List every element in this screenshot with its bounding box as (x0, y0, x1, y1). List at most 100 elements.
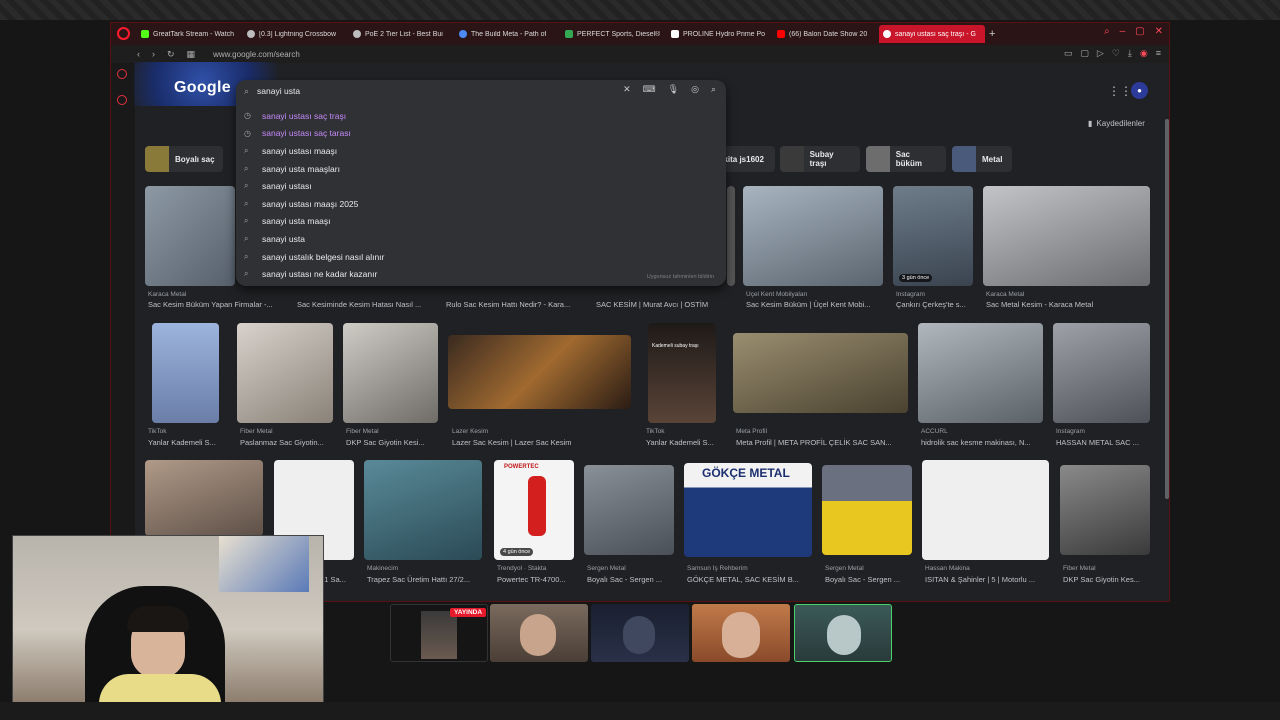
suggestion-item[interactable]: ⌕ sanayi ustası maaşı (236, 142, 726, 160)
participant-thumbnail[interactable] (591, 604, 689, 662)
result-image[interactable] (584, 465, 674, 555)
reload-icon[interactable]: ↻ (167, 49, 175, 60)
report-predictions-link[interactable]: Uygunsuz tahminleri bildirin (647, 274, 714, 280)
snapshot-icon[interactable]: ▭ (1064, 48, 1073, 59)
result-image[interactable] (145, 460, 263, 536)
result-image[interactable] (733, 333, 908, 413)
result-image[interactable]: POWERTEC 4 gün önce (494, 460, 574, 560)
tab-0[interactable]: GreatTark Stream - Watch (137, 25, 243, 43)
extensions-icon[interactable]: ▢ (1080, 48, 1089, 59)
tab-6[interactable]: (66) Balon Date Show 20 (773, 25, 879, 43)
microphone-icon[interactable]: 🎙 (668, 84, 679, 95)
google-logo[interactable]: Google (174, 79, 231, 97)
result-title[interactable]: Lazer Sac Kesim | Lazer Sac Kesim (452, 438, 632, 447)
tab-1[interactable]: [0.3] Lightning Crossbow (243, 25, 349, 43)
result-image[interactable] (822, 465, 912, 555)
result-image[interactable] (237, 323, 333, 423)
speed-dial-icon[interactable]: ▦ (187, 49, 196, 60)
result-title[interactable]: DKP Sac Giyotin Kes... (1063, 575, 1151, 584)
url-field[interactable]: www.google.com/search (213, 50, 300, 59)
suggestion-item[interactable]: ⌕ sanayi ustası (236, 177, 726, 195)
result-image[interactable] (1060, 465, 1150, 555)
account-avatar[interactable]: ● (1131, 82, 1148, 99)
heart-icon[interactable]: ♡ (1112, 48, 1120, 59)
new-tab-button[interactable]: + (989, 28, 995, 40)
suggestion-item[interactable]: ◷ sanayi ustası saç traşı (236, 107, 726, 125)
page-scrollbar[interactable] (1165, 119, 1169, 499)
result-title[interactable]: Trapez Sac Üretim Hattı 27/2... (367, 575, 482, 584)
result-image[interactable] (448, 335, 631, 409)
result-title[interactable]: SAC KESİM | Murat Avcı | OSTİM (596, 300, 736, 309)
suggestion-item[interactable]: ⌕ sanayi usta maaşları (236, 160, 726, 178)
search-tabs-icon[interactable]: ⌕ (1104, 26, 1110, 37)
result-image[interactable] (727, 186, 735, 286)
tab-2[interactable]: PoE 2 Tier List - Best Bui (349, 25, 455, 43)
result-title[interactable]: Meta Profil | META PROFİL ÇELİK SAC SAN.… (736, 438, 911, 447)
result-title[interactable]: Paslanmaz Sac Giyotin... (240, 438, 332, 447)
result-title[interactable]: GÖKÇE METAL, SAC KESİM B... (687, 575, 812, 584)
result-title[interactable]: Sac Kesim Büküm Yapan Firmalar -... (148, 300, 283, 309)
result-image[interactable]: Kademeli subay traşı (648, 323, 716, 423)
participant-thumbnail[interactable] (692, 604, 790, 662)
result-title[interactable]: HASSAN METAL SAC ... (1056, 438, 1150, 447)
participant-thumbnail[interactable] (490, 604, 588, 662)
close-button[interactable]: ✕ (1155, 26, 1163, 37)
tab-7-active[interactable]: sanayi ustası saç traşı - G (879, 25, 985, 43)
result-title[interactable]: Sac Kesiminde Kesim Hatası Nasıl ... (297, 300, 437, 309)
keyboard-icon[interactable]: ⌨ (643, 84, 656, 95)
result-title[interactable]: Yanlar Kademeli S... (148, 438, 220, 447)
result-title[interactable]: Sac Kesim Büküm | Üçel Kent Mobi... (746, 300, 886, 309)
tab-4[interactable]: PERFECT Sports, Diesel® (561, 25, 667, 43)
result-image[interactable] (364, 460, 482, 560)
search-input[interactable] (257, 86, 558, 96)
chip-subay-trasi[interactable]: Subay traşı (780, 146, 860, 172)
minimize-button[interactable]: – (1120, 26, 1126, 37)
chip-metal[interactable]: Metal (952, 146, 1012, 172)
result-title[interactable]: Powertec TR-4700... (497, 575, 577, 584)
result-image[interactable] (983, 186, 1150, 286)
result-title[interactable]: Rulo Sac Kesim Hattı Nedir? - Kara... (446, 300, 586, 309)
sidebar-history-icon[interactable] (117, 95, 127, 105)
result-image[interactable] (922, 460, 1049, 560)
result-title[interactable]: Boyalı Sac - Sergen ... (587, 575, 675, 584)
back-button[interactable]: ‹ (137, 49, 140, 59)
participant-thumbnail-active[interactable] (794, 604, 892, 662)
result-image[interactable] (1053, 323, 1150, 423)
result-image[interactable] (743, 186, 883, 286)
sidebar-home-icon[interactable] (117, 69, 127, 79)
camera-lens-icon[interactable]: ◎ (691, 84, 699, 95)
result-title[interactable]: DKP Sac Giyotin Kesi... (346, 438, 438, 447)
result-title[interactable]: hidrolik sac kesme makinası, N... (921, 438, 1043, 447)
suggestion-item[interactable]: ◷ sanayi ustası saç tarası (236, 125, 726, 143)
result-image[interactable]: 3 gün önce (893, 186, 973, 286)
result-image[interactable] (343, 323, 438, 423)
forward-button[interactable]: › (152, 49, 155, 59)
result-title[interactable]: ...1 Sa... (318, 575, 358, 584)
opera-logo-icon[interactable] (117, 27, 130, 40)
result-image[interactable]: GÖKÇE METAL (684, 463, 812, 557)
menu-icon[interactable]: ≡ (1156, 48, 1161, 59)
result-title[interactable]: Yanlar Kademeli S... (646, 438, 718, 447)
result-image[interactable] (152, 323, 219, 423)
result-image[interactable] (145, 186, 235, 286)
result-title[interactable]: Çankırı Çerkeş'te s... (896, 300, 976, 309)
saved-link[interactable]: ▮ Kaydedilenler (1088, 119, 1145, 128)
result-title[interactable]: Sac Metal Kesim - Karaca Metal (986, 300, 1146, 309)
suggestion-item[interactable]: ⌕ sanayi usta maaşı (236, 213, 726, 231)
apps-grid-icon[interactable]: ⋮⋮ (1108, 84, 1132, 98)
suggestion-item[interactable]: ⌕ sanayi usta (236, 230, 726, 248)
suggestion-item[interactable]: ⌕ sanayi ustalık belgesi nasıl alınır (236, 248, 726, 266)
chip-boyali-sac[interactable]: Boyalı saç (145, 146, 223, 172)
search-submit-icon[interactable]: ⌕ (711, 84, 716, 95)
profile-icon[interactable]: ◉ (1140, 48, 1148, 59)
maximize-button[interactable]: ▢ (1135, 26, 1144, 37)
player-icon[interactable]: ▷ (1097, 48, 1104, 59)
clear-icon[interactable]: ✕ (623, 84, 631, 95)
tab-5[interactable]: PROLINE Hydro Prime Po (667, 25, 773, 43)
tab-3[interactable]: The Build Meta - Path of (455, 25, 561, 43)
result-image[interactable] (918, 323, 1043, 423)
suggestion-item[interactable]: ⌕ sanayi ustası maaşı 2025 (236, 195, 726, 213)
result-title[interactable]: ISITAN & Şahinler | 5 | Motorlu ... (925, 575, 1050, 584)
result-title[interactable]: Boyalı Sac - Sergen ... (825, 575, 913, 584)
chip-sac-bukum[interactable]: Sac büküm (866, 146, 946, 172)
